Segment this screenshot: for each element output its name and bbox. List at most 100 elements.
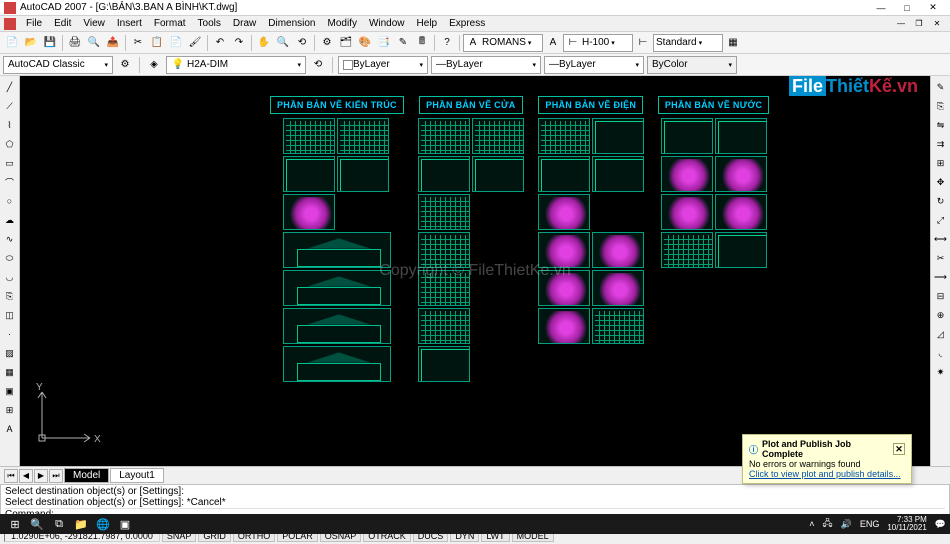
- join-tool-icon[interactable]: ⊕: [932, 306, 950, 324]
- notification-close-button[interactable]: ✕: [893, 443, 905, 455]
- tray-volume-icon[interactable]: 🔊: [841, 519, 852, 530]
- polygon-tool-icon[interactable]: ⬠: [1, 135, 19, 153]
- region-tool-icon[interactable]: ▣: [1, 382, 19, 400]
- xline-tool-icon[interactable]: ⟋: [1, 97, 19, 115]
- tablestyle-btn[interactable]: ▦: [724, 34, 742, 52]
- sheet-thumb[interactable]: [418, 270, 470, 306]
- publish-icon[interactable]: 📤: [104, 34, 122, 52]
- mirror-tool-icon[interactable]: ⇋: [932, 116, 950, 134]
- rectangle-tool-icon[interactable]: ▭: [1, 154, 19, 172]
- redo-icon[interactable]: ↷: [230, 34, 248, 52]
- menu-window[interactable]: Window: [363, 18, 411, 29]
- toolpalette-icon[interactable]: 🎨: [356, 34, 374, 52]
- sheet-thumb[interactable]: [592, 156, 644, 192]
- menu-draw[interactable]: Draw: [227, 18, 262, 29]
- child-restore-button[interactable]: ❐: [910, 18, 928, 30]
- textstyle-dropdown[interactable]: AROMANS: [463, 34, 543, 52]
- sheet-thumb[interactable]: [538, 118, 590, 154]
- explorer-icon[interactable]: 📁: [70, 515, 92, 533]
- polyline-tool-icon[interactable]: ⌇: [1, 116, 19, 134]
- tab-prev-icon[interactable]: ◀: [19, 469, 33, 483]
- start-button[interactable]: ⊞: [4, 515, 26, 533]
- dim-btn[interactable]: ⊢: [634, 34, 652, 52]
- block-tool-icon[interactable]: ◫: [1, 306, 19, 324]
- tray-language[interactable]: ENG: [860, 519, 880, 529]
- menu-help[interactable]: Help: [411, 18, 444, 29]
- point-tool-icon[interactable]: ·: [1, 325, 19, 343]
- offset-tool-icon[interactable]: ⇉: [932, 135, 950, 153]
- cut-icon[interactable]: ✂: [129, 34, 147, 52]
- minimize-button[interactable]: —: [868, 1, 894, 15]
- zoom-prev-icon[interactable]: ⟲: [293, 34, 311, 52]
- layer-prev-icon[interactable]: ⟲: [309, 56, 327, 74]
- scale-tool-icon[interactable]: ⤢: [932, 211, 950, 229]
- layer-dropdown[interactable]: 💡H2A-DIM: [166, 56, 306, 74]
- sheet-thumb[interactable]: [472, 156, 524, 192]
- layer-props-icon[interactable]: ◈: [145, 56, 163, 74]
- tray-chevron-icon[interactable]: ˄: [809, 519, 814, 529]
- sheet-thumb[interactable]: [715, 118, 767, 154]
- break-tool-icon[interactable]: ⊟: [932, 287, 950, 305]
- chamfer-tool-icon[interactable]: ◿: [932, 325, 950, 343]
- sheet-thumb[interactable]: [283, 194, 335, 230]
- sheet-thumb[interactable]: [538, 308, 590, 344]
- erase-tool-icon[interactable]: ✎: [932, 78, 950, 96]
- dimscale-dropdown[interactable]: ⊢H-100: [563, 34, 633, 52]
- sheet-thumb[interactable]: [715, 194, 767, 230]
- trim-tool-icon[interactable]: ✂: [932, 249, 950, 267]
- move-tool-icon[interactable]: ✥: [932, 173, 950, 191]
- sheet-thumb[interactable]: [661, 118, 713, 154]
- menu-file[interactable]: File: [20, 18, 48, 29]
- mtext-tool-icon[interactable]: A: [1, 420, 19, 438]
- sheet-thumb[interactable]: [283, 118, 335, 154]
- sheet-thumb[interactable]: [661, 194, 713, 230]
- sheet-thumb[interactable]: [283, 156, 335, 192]
- child-close-button[interactable]: ✕: [928, 18, 946, 30]
- sheet-thumb[interactable]: [538, 232, 590, 268]
- taskbar-date[interactable]: 10/11/2021: [887, 524, 926, 532]
- notification-link[interactable]: Click to view plot and publish details..…: [749, 469, 905, 479]
- help-icon[interactable]: ?: [438, 34, 456, 52]
- rotate-tool-icon[interactable]: ↻: [932, 192, 950, 210]
- open-icon[interactable]: 📂: [22, 34, 40, 52]
- menu-insert[interactable]: Insert: [111, 18, 148, 29]
- menu-edit[interactable]: Edit: [48, 18, 77, 29]
- properties-icon[interactable]: ⚙: [318, 34, 336, 52]
- sheet-thumb[interactable]: [592, 308, 644, 344]
- menu-express[interactable]: Express: [443, 18, 491, 29]
- arc-tool-icon[interactable]: ⌒: [1, 173, 19, 191]
- lineweight-dropdown[interactable]: — ByLayer: [544, 56, 644, 74]
- sheet-thumb[interactable]: [715, 156, 767, 192]
- workspace-settings-icon[interactable]: ⚙: [116, 56, 134, 74]
- menu-format[interactable]: Format: [148, 18, 192, 29]
- zoom-icon[interactable]: 🔍: [274, 34, 292, 52]
- sheet-thumb[interactable]: [337, 156, 389, 192]
- sheet-thumb[interactable]: [418, 156, 470, 192]
- markup-icon[interactable]: ✎: [394, 34, 412, 52]
- notifications-icon[interactable]: 💬: [935, 519, 946, 530]
- save-icon[interactable]: 💾: [41, 34, 59, 52]
- search-icon[interactable]: 🔍: [26, 515, 48, 533]
- sheet-thumb[interactable]: [472, 118, 524, 154]
- line-tool-icon[interactable]: ╱: [1, 78, 19, 96]
- sheet-thumb[interactable]: [661, 232, 713, 268]
- extend-tool-icon[interactable]: ⟶: [932, 268, 950, 286]
- paste-icon[interactable]: 📄: [167, 34, 185, 52]
- sheet-thumb[interactable]: [418, 346, 470, 382]
- menu-tools[interactable]: Tools: [192, 18, 227, 29]
- sheet-thumb[interactable]: [418, 308, 470, 344]
- tab-model[interactable]: Model: [64, 468, 109, 483]
- linetype-dropdown[interactable]: — ByLayer: [431, 56, 541, 74]
- pan-icon[interactable]: ✋: [255, 34, 273, 52]
- sheet-thumb[interactable]: [661, 156, 713, 192]
- dimstyle-dropdown[interactable]: Standard: [653, 34, 723, 52]
- sheet-thumb[interactable]: [283, 308, 391, 344]
- textstyle-btn[interactable]: A: [544, 34, 562, 52]
- sheetset-icon[interactable]: 📑: [375, 34, 393, 52]
- child-minimize-button[interactable]: —: [892, 18, 910, 30]
- explode-tool-icon[interactable]: ✷: [932, 363, 950, 381]
- gradient-tool-icon[interactable]: ▦: [1, 363, 19, 381]
- sheet-thumb[interactable]: [283, 232, 391, 268]
- copy-icon[interactable]: 📋: [148, 34, 166, 52]
- spline-tool-icon[interactable]: ∿: [1, 230, 19, 248]
